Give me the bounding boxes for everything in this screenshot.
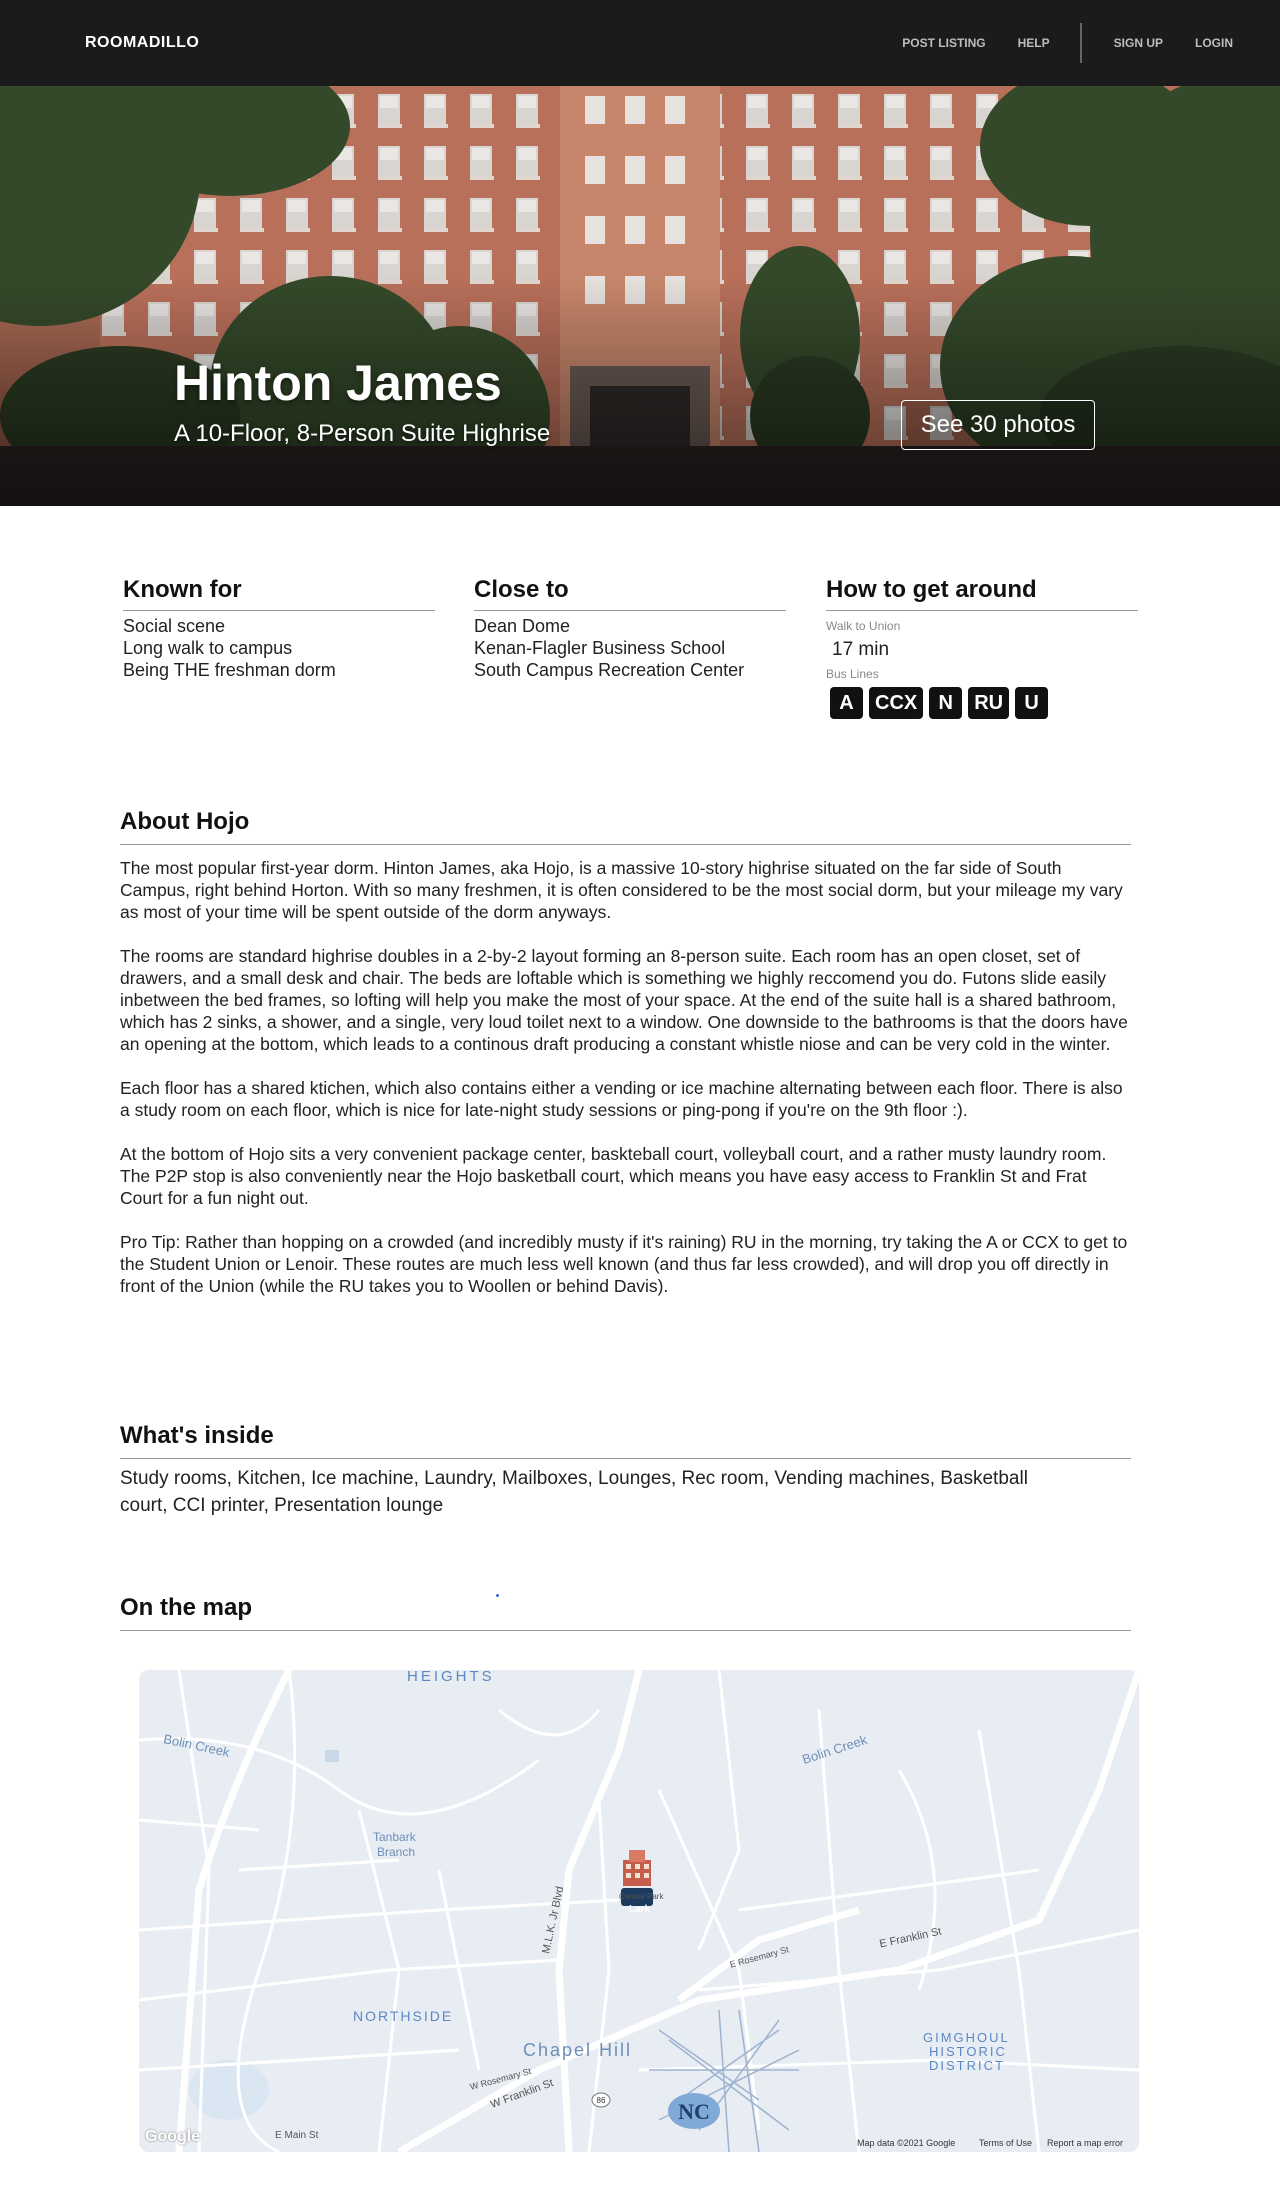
hero-banner: Hinton James A 10-Floor, 8-Person Suite …	[0, 86, 1280, 506]
map-label-historic: HISTORIC	[929, 2044, 1007, 2059]
about-paragraph: Pro Tip: Rather than hopping on a crowde…	[120, 1232, 1128, 1296]
map-label-chapel-hill: Chapel Hill	[523, 2040, 633, 2060]
nav-sign-up[interactable]: SIGN UP	[1114, 36, 1163, 50]
known-for-heading: Known for	[123, 576, 435, 611]
nav-post-listing[interactable]: POST LISTING	[902, 36, 985, 50]
inside-heading: What's inside	[120, 1422, 1131, 1459]
map-report-link[interactable]: Report a map error	[1047, 2138, 1123, 2148]
nav-links: POST LISTING HELP SIGN UP LOGIN	[870, 0, 1233, 86]
bus-lines-label: Bus Lines	[826, 667, 879, 681]
inside-section: What's inside Study rooms, Kitchen, Ice …	[120, 1422, 1131, 1519]
map-label-heights: HEIGHTS	[407, 1670, 495, 1685]
bus-badge[interactable]: N	[929, 687, 963, 719]
google-logo: Google	[145, 2128, 201, 2145]
about-paragraph: The rooms are standard highrise doubles …	[120, 946, 1128, 1054]
nav-divider	[1079, 23, 1082, 63]
map-label-central-park: Central Park	[619, 1892, 664, 1901]
map-heading: On the map	[120, 1594, 1131, 1631]
about-section: About Hojo The most popular first-year d…	[120, 808, 1131, 1297]
svg-text:NC: NC	[678, 2099, 710, 2124]
close-to-list: Dean Dome Kenan-Flagler Business School …	[474, 615, 786, 681]
list-item: Being THE freshman dorm	[123, 660, 336, 680]
walk-time: 17 min	[832, 639, 890, 660]
map-marker-label[interactable]: Lark	[629, 1904, 650, 1915]
map-attribution: Map data ©2021 Google	[857, 2138, 956, 2148]
bus-badge[interactable]: A	[830, 687, 863, 719]
map-label-gimghoul: GIMGHOUL	[923, 2030, 1010, 2045]
list-item: South Campus Recreation Center	[474, 660, 745, 680]
map-label-northside: NORTHSIDE	[353, 2008, 454, 2024]
about-heading: About Hojo	[120, 808, 1131, 845]
site-logo[interactable]: ROOMADILLO	[85, 34, 199, 52]
about-paragraph: Each floor has a shared ktichen, which a…	[120, 1078, 1123, 1120]
get-around-heading: How to get around	[826, 576, 1138, 611]
map-widget[interactable]: NC 86 HEIGHTS Bolin Creek Bolin Creek Ta…	[139, 1670, 1139, 2152]
get-around-section: How to get around Walk to Union 17 min B…	[826, 576, 1138, 719]
top-nav: ROOMADILLO POST LISTING HELP SIGN UP LOG…	[0, 0, 1280, 86]
map-label-district: DISTRICT	[929, 2058, 1005, 2073]
nav-login[interactable]: LOGIN	[1195, 36, 1233, 50]
map-label-tanbark: Tanbark	[373, 1830, 416, 1844]
unc-logo: NC	[668, 2093, 720, 2129]
about-paragraph: The most popular first-year dorm. Hinton…	[120, 858, 1123, 922]
known-for-section: Known for Social scene Long walk to camp…	[123, 576, 435, 681]
list-item: Social scene	[123, 616, 226, 636]
map-label-e-main: E Main St	[275, 2130, 319, 2141]
bus-lines: A CCX N RU U	[830, 687, 1138, 719]
list-item: Kenan-Flagler Business School	[474, 638, 726, 658]
nav-help[interactable]: HELP	[1018, 36, 1050, 50]
see-photos-button[interactable]: See 30 photos	[901, 400, 1095, 450]
map-section: On the map	[120, 1594, 1131, 1631]
hero-subtitle: A 10-Floor, 8-Person Suite Highrise	[174, 420, 551, 447]
close-to-section: Close to Dean Dome Kenan-Flagler Busines…	[474, 576, 786, 681]
map-terms-link[interactable]: Terms of Use	[979, 2138, 1032, 2148]
map-label-branch: Branch	[377, 1845, 416, 1859]
amenities-list: Study rooms, Kitchen, Ice machine, Laund…	[120, 1468, 1028, 1516]
known-for-list: Social scene Long walk to campus Being T…	[123, 615, 435, 681]
walk-label: Walk to Union	[826, 619, 901, 633]
bus-badge[interactable]: RU	[968, 687, 1010, 719]
bus-badge[interactable]: U	[1015, 687, 1049, 719]
list-item: Long walk to campus	[123, 638, 293, 658]
loading-dot	[496, 1594, 499, 1597]
about-paragraph: At the bottom of Hojo sits a very conven…	[120, 1144, 1107, 1208]
close-to-heading: Close to	[474, 576, 786, 611]
bus-badge[interactable]: CCX	[869, 687, 924, 719]
hero-title: Hinton James	[174, 355, 502, 411]
list-item: Dean Dome	[474, 616, 571, 636]
svg-text:86: 86	[597, 2096, 606, 2105]
